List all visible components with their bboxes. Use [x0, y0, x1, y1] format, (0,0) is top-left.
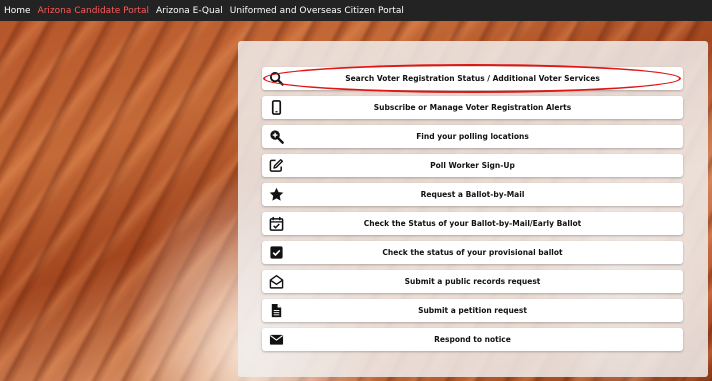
poll-worker-sign-up-label: Poll Worker Sign-Up: [430, 161, 515, 170]
mobile-phone-icon: [268, 100, 284, 116]
voter-services-panel: [238, 41, 708, 377]
respond-to-notice-button[interactable]: Respond to notice: [262, 328, 683, 351]
open-envelope-icon: [268, 274, 284, 290]
nav-link-arizona-e-qual[interactable]: Arizona E-Qual: [156, 6, 223, 16]
document-icon: [268, 303, 284, 319]
nav-link-arizona-candidate-portal[interactable]: Arizona Candidate Portal: [38, 6, 149, 16]
search-icon: [268, 71, 284, 87]
check-provisional-ballot-label: Check the status of your provisional bal…: [382, 248, 563, 257]
voter-registration-alerts-button[interactable]: Subscribe or Manage Voter Registration A…: [262, 96, 683, 119]
edit-icon: [268, 158, 284, 174]
check-ballot-status-label: Check the Status of your Ballot-by-Mail/…: [363, 219, 582, 228]
check-ballot-status-button[interactable]: Check the Status of your Ballot-by-Mail/…: [262, 212, 683, 235]
public-records-request-button[interactable]: Submit a public records request: [262, 270, 683, 293]
voter-registration-alerts-label: Subscribe or Manage Voter Registration A…: [373, 103, 572, 112]
public-records-request-label: Submit a public records request: [404, 277, 541, 286]
respond-to-notice-label: Respond to notice: [434, 335, 511, 344]
petition-request-button[interactable]: Submit a petition request: [262, 299, 683, 322]
search-voter-registration-label: Search Voter Registration Status / Addit…: [345, 74, 600, 83]
envelope-icon: [268, 332, 284, 348]
zoom-in-icon: [268, 129, 284, 145]
poll-worker-sign-up-button[interactable]: Poll Worker Sign-Up: [262, 154, 683, 177]
nav-link-uocava-portal[interactable]: Uniformed and Overseas Citizen Portal: [230, 6, 404, 16]
nav-link-home[interactable]: Home: [4, 6, 31, 16]
top-navigation: Home Arizona Candidate Portal Arizona E-…: [0, 0, 712, 21]
find-polling-locations-label: Find your polling locations: [416, 132, 529, 141]
find-polling-locations-button[interactable]: Find your polling locations: [262, 125, 683, 148]
calendar-check-icon: [268, 216, 284, 232]
request-ballot-by-mail-button[interactable]: Request a Ballot-by-Mail: [262, 183, 683, 206]
request-ballot-by-mail-label: Request a Ballot-by-Mail: [420, 190, 525, 199]
search-voter-registration-button[interactable]: Search Voter Registration Status / Addit…: [262, 67, 683, 90]
checkbox-icon: [268, 245, 284, 261]
star-icon: [268, 187, 284, 203]
petition-request-label: Submit a petition request: [418, 306, 527, 315]
check-provisional-ballot-button[interactable]: Check the status of your provisional bal…: [262, 241, 683, 264]
